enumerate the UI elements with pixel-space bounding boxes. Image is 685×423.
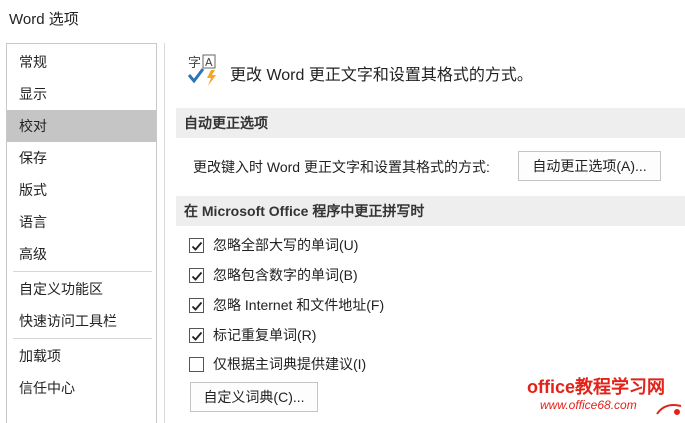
svg-text:A: A — [205, 56, 213, 69]
sidebar-item-layout[interactable]: 版式 — [7, 174, 156, 206]
sidebar-item-label: 加载项 — [19, 348, 61, 364]
sidebar-item-label: 快速访问工具栏 — [19, 313, 117, 329]
checkbox[interactable] — [189, 237, 204, 253]
section-header-office-spelling: 在 Microsoft Office 程序中更正拼写时 — [176, 196, 685, 226]
option-ignore-uppercase[interactable]: 忽略全部大写的单词(U) — [189, 234, 358, 256]
checkbox[interactable] — [189, 297, 204, 313]
checkmark-icon — [191, 271, 203, 281]
sidebar-item-label: 版式 — [19, 182, 47, 198]
sidebar-item-label: 保存 — [19, 150, 47, 166]
option-label: 忽略 Internet 和文件地址(F) — [213, 297, 385, 313]
sidebar-item-add-ins[interactable]: 加载项 — [7, 340, 156, 372]
option-label: 标记重复单词(R) — [213, 327, 317, 343]
sidebar-divider — [13, 338, 152, 339]
sidebar-item-label: 显示 — [19, 86, 47, 102]
proofing-abc-check-icon: 字 A — [186, 53, 222, 87]
sidebar-item-advanced[interactable]: 高级 — [7, 238, 156, 270]
checkbox[interactable] — [189, 267, 204, 283]
window-title: Word 选项 — [9, 11, 79, 28]
sidebar-item-language[interactable]: 语言 — [7, 206, 156, 238]
sidebar: 常规 显示 校对 保存 版式 语言 高级 自定义功能区 快速访问工具栏 加载项 … — [6, 43, 157, 423]
sidebar-item-label: 语言 — [19, 214, 47, 230]
sidebar-item-label: 信任中心 — [19, 380, 75, 396]
option-main-dictionary-only[interactable]: 仅根据主词典提供建议(I) — [189, 353, 366, 375]
section-header-autocorrect: 自动更正选项 — [176, 108, 685, 138]
watermark-url: www.office68.com — [540, 398, 637, 412]
autocorrect-options-button[interactable]: 自动更正选项(A)... — [518, 151, 661, 181]
option-ignore-numbers[interactable]: 忽略包含数字的单词(B) — [189, 264, 358, 286]
sidebar-item-general[interactable]: 常规 — [7, 46, 156, 78]
sidebar-item-proofing[interactable]: 校对 — [7, 110, 156, 142]
checkbox[interactable] — [189, 327, 204, 343]
option-label: 仅根据主词典提供建议(I) — [213, 356, 367, 372]
sidebar-item-display[interactable]: 显示 — [7, 78, 156, 110]
sidebar-item-label: 常规 — [19, 54, 47, 70]
sidebar-item-save[interactable]: 保存 — [7, 142, 156, 174]
option-label: 忽略全部大写的单词(U) — [213, 237, 359, 253]
sidebar-item-label: 高级 — [19, 246, 47, 262]
watermark-logo-icon — [655, 400, 683, 418]
sidebar-item-quick-access-toolbar[interactable]: 快速访问工具栏 — [7, 305, 156, 337]
sidebar-item-trust-center[interactable]: 信任中心 — [7, 372, 156, 404]
option-flag-repeated-words[interactable]: 标记重复单词(R) — [189, 324, 316, 346]
sidebar-divider — [13, 271, 152, 272]
sidebar-item-customize-ribbon[interactable]: 自定义功能区 — [7, 273, 156, 305]
option-ignore-internet-addresses[interactable]: 忽略 Internet 和文件地址(F) — [189, 294, 384, 316]
pane-divider — [164, 43, 165, 423]
checkmark-icon — [191, 241, 203, 251]
svg-text:字: 字 — [188, 56, 201, 71]
autocorrect-row-label: 更改键入时 Word 更正文字和设置其格式的方式: — [193, 159, 490, 175]
checkmark-icon — [191, 331, 203, 341]
checkbox[interactable] — [189, 356, 204, 372]
sidebar-item-label: 校对 — [19, 118, 47, 134]
page-description: 更改 Word 更正文字和设置其格式的方式。 — [230, 67, 533, 84]
watermark-title: office教程学习网 — [527, 377, 666, 397]
checkmark-icon — [191, 301, 203, 311]
title-bar: Word 选项 — [0, 0, 685, 38]
option-label: 忽略包含数字的单词(B) — [213, 267, 358, 283]
sidebar-item-label: 自定义功能区 — [19, 281, 103, 297]
custom-dictionaries-button[interactable]: 自定义词典(C)... — [190, 382, 318, 412]
